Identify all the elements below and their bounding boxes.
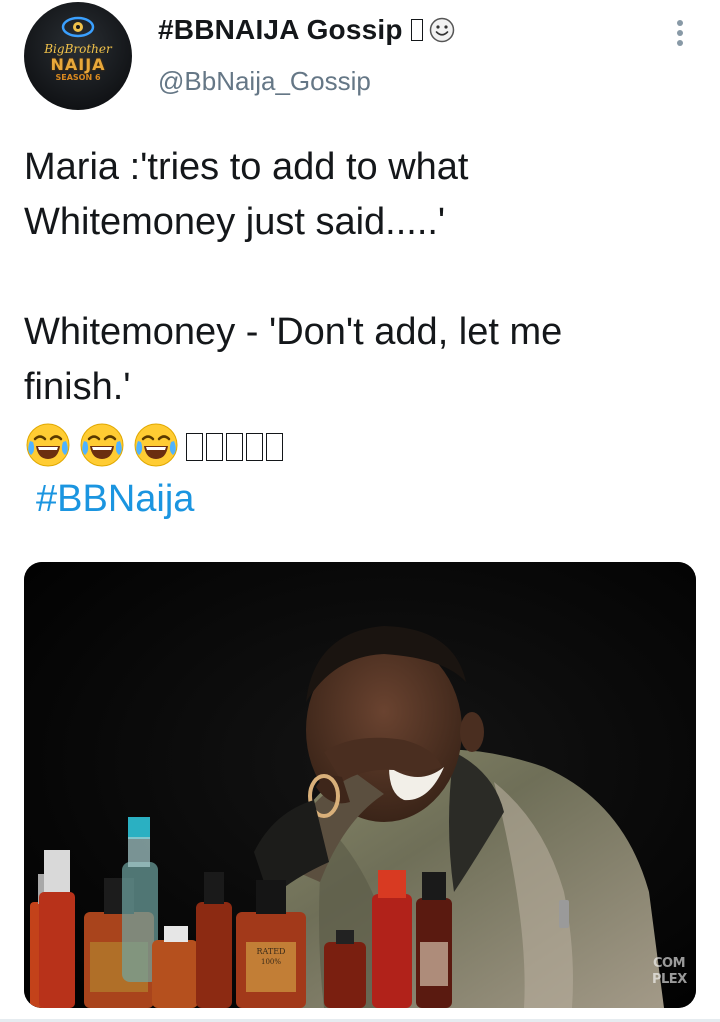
avatar-logo-line-3: SEASON 6 xyxy=(55,73,101,82)
bottle-label-text-2: 100% xyxy=(261,958,281,966)
tears-of-joy-emoji-icon xyxy=(80,423,124,467)
display-name[interactable]: #BBNAIJA Gossip xyxy=(158,14,403,46)
tweet: BigBrother NAIJA SEASON 6 #BBNAIJA Gossi… xyxy=(0,0,720,1022)
tears-of-joy-emoji-icon xyxy=(26,423,70,467)
avatar-logo-line-1: BigBrother xyxy=(44,42,112,56)
tweet-media-image[interactable]: RATED 100% COM PLEX xyxy=(24,562,696,1008)
author-name-row: #BBNAIJA Gossip xyxy=(158,14,455,46)
smiley-face-icon xyxy=(429,17,454,43)
unrendered-glyph-icon xyxy=(206,433,223,461)
unrendered-glyph-icon xyxy=(226,433,243,461)
hashtag-link[interactable]: #BBNaija xyxy=(36,478,194,521)
tweet-text: Maria :'tries to add to what Whitemoney … xyxy=(24,146,563,408)
media-illustration: RATED 100% xyxy=(24,562,696,1008)
unrendered-glyph-icon xyxy=(266,433,283,461)
unrendered-glyph-icon xyxy=(186,433,203,461)
bottle-label-text: RATED xyxy=(257,947,286,956)
avatar[interactable]: BigBrother NAIJA SEASON 6 xyxy=(24,2,132,110)
unrendered-glyph-icon xyxy=(246,433,263,461)
media-watermark: COM PLEX xyxy=(652,956,687,987)
tears-of-joy-emoji-icon xyxy=(134,423,178,467)
emoji-row xyxy=(24,420,286,470)
more-options-icon[interactable] xyxy=(670,20,690,50)
eye-logo-icon xyxy=(61,16,95,38)
unrendered-glyph-icon xyxy=(410,19,423,41)
avatar-logo-line-2: NAIJA xyxy=(50,55,106,74)
author-handle[interactable]: @BbNaija_Gossip xyxy=(158,66,371,97)
